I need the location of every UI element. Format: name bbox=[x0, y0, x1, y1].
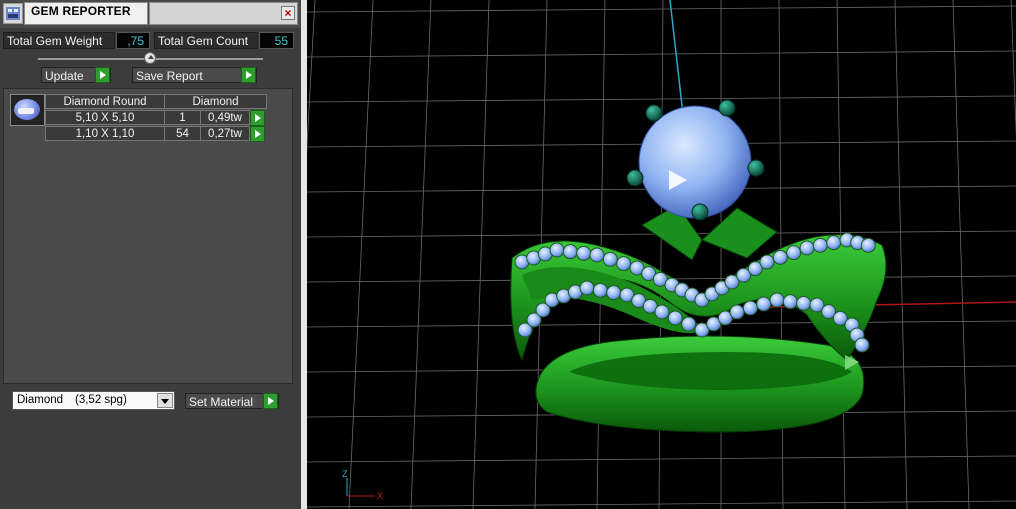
set-material-button[interactable]: Set Material bbox=[185, 393, 279, 409]
grid-line bbox=[348, 0, 374, 509]
row-1-select-icon[interactable] bbox=[250, 110, 265, 126]
pave-gem bbox=[549, 242, 565, 258]
prong bbox=[718, 99, 736, 117]
pave-gem bbox=[812, 237, 828, 253]
gem-reporter-panel: GEM REPORTER × Total Gem Weight ,75 Tota… bbox=[0, 0, 301, 509]
grid-line bbox=[307, 5, 1016, 13]
pave-gem bbox=[579, 280, 595, 296]
title-box: GEM REPORTER bbox=[24, 2, 148, 25]
total-gem-count-label: Total Gem Count bbox=[154, 32, 258, 49]
pave-gem bbox=[654, 304, 670, 320]
total-gem-count-value: 55 bbox=[259, 32, 294, 49]
row-2-weight: 0,27tw bbox=[200, 126, 250, 141]
gizmo-x-label: X bbox=[377, 491, 383, 501]
viewport-scene[interactable]: Z X bbox=[307, 0, 1016, 509]
pave-gem bbox=[667, 310, 683, 326]
pave-gem bbox=[772, 249, 788, 265]
save-report-button-label: Save Report bbox=[136, 69, 203, 83]
gem-reporter-app-icon bbox=[3, 3, 23, 24]
grid-line bbox=[894, 0, 908, 509]
update-button-label: Update bbox=[45, 69, 84, 83]
gizmo-z-label: Z bbox=[342, 469, 348, 479]
title-bar-fill bbox=[149, 2, 298, 25]
material-dropdown-spg: (3,52 spg) bbox=[75, 394, 127, 406]
row-1-weight: 0,49tw bbox=[200, 110, 250, 125]
close-icon[interactable]: × bbox=[281, 6, 295, 20]
viewport-grid bbox=[307, 0, 1016, 509]
pave-gem bbox=[592, 282, 608, 298]
prong bbox=[626, 169, 644, 187]
title-bar: GEM REPORTER × bbox=[0, 0, 301, 28]
pave-gem bbox=[769, 292, 785, 308]
pave-gem bbox=[860, 237, 876, 253]
grid-line bbox=[658, 0, 664, 509]
round-diamond-thumbnail-icon[interactable] bbox=[10, 94, 45, 126]
row-2-size: 1,10 X 1,10 bbox=[45, 126, 165, 141]
pave-gem bbox=[602, 251, 618, 267]
row-1-count: 1 bbox=[164, 110, 201, 125]
prong bbox=[691, 203, 709, 221]
pave-gem bbox=[606, 285, 622, 301]
total-gem-weight-value: ,75 bbox=[116, 32, 150, 49]
row-2-select-icon[interactable] bbox=[250, 126, 265, 142]
prong bbox=[645, 104, 663, 122]
pave-gem bbox=[786, 245, 802, 261]
total-gem-weight-label: Total Gem Weight bbox=[3, 32, 115, 49]
prong bbox=[747, 159, 765, 177]
chevron-down-icon[interactable] bbox=[157, 393, 173, 408]
ring-model[interactable] bbox=[510, 99, 887, 433]
grid-line bbox=[472, 0, 490, 509]
update-play-icon[interactable] bbox=[95, 67, 110, 83]
grid-line bbox=[307, 0, 316, 153]
pave-gem bbox=[826, 235, 842, 251]
pave-gem bbox=[589, 247, 605, 263]
grid-line bbox=[952, 0, 970, 509]
save-report-button[interactable]: Save Report bbox=[132, 67, 257, 83]
grid-line bbox=[307, 95, 1016, 103]
axis-gizmo: Z X bbox=[342, 469, 383, 501]
set-material-play-icon[interactable] bbox=[263, 393, 278, 409]
update-button[interactable]: Update bbox=[41, 67, 111, 83]
set-material-button-label: Set Material bbox=[189, 395, 254, 409]
save-report-play-icon[interactable] bbox=[241, 67, 256, 83]
head-arm-right bbox=[701, 207, 778, 259]
material-dropdown-name: Diamond bbox=[17, 394, 64, 406]
diamond-highlight bbox=[18, 108, 34, 114]
column-header-material: Diamond bbox=[164, 94, 267, 109]
grid-line bbox=[410, 0, 432, 509]
pave-gem bbox=[681, 316, 697, 332]
pave-gem bbox=[759, 254, 775, 270]
pave-gem bbox=[562, 244, 578, 260]
column-header-shape: Diamond Round bbox=[45, 94, 165, 109]
pave-gem bbox=[854, 337, 870, 353]
3d-viewport[interactable]: Z X bbox=[307, 0, 1016, 509]
grid-line bbox=[1010, 0, 1016, 138]
pave-gem bbox=[742, 300, 758, 316]
center-diamond bbox=[638, 105, 752, 219]
pave-gem bbox=[799, 240, 815, 256]
collapse-toggle-icon[interactable] bbox=[144, 52, 156, 64]
pave-gem bbox=[782, 294, 798, 310]
pave-gem bbox=[616, 256, 632, 272]
grid-line bbox=[307, 50, 1016, 58]
grid-line bbox=[307, 500, 1016, 508]
pave-gem bbox=[796, 295, 812, 311]
row-2-count: 54 bbox=[164, 126, 201, 141]
pave-gem bbox=[756, 296, 772, 312]
pave-gem bbox=[729, 304, 745, 320]
material-dropdown[interactable]: Diamond (3,52 spg) bbox=[12, 391, 175, 410]
window-title: GEM REPORTER bbox=[31, 4, 131, 18]
row-1-size: 5,10 X 5,10 bbox=[45, 110, 165, 125]
pave-gem bbox=[576, 245, 592, 261]
